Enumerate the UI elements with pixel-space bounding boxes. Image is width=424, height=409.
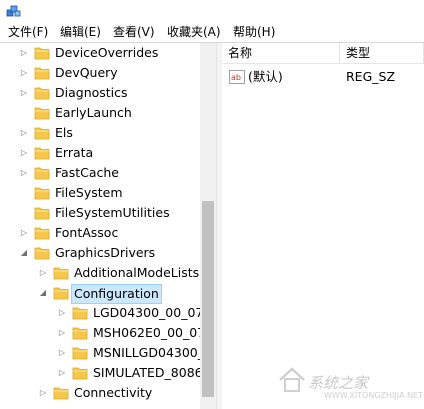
expand-arrow-icon[interactable]: ▷ [57,308,67,318]
expand-arrow-icon[interactable]: ▷ [57,348,67,358]
tree-item-label: EarlyLaunch [55,105,132,120]
title-bar [0,0,424,23]
tree-item-label: SIMULATED_8086_ [93,365,209,380]
watermark-text: 系统之家 [308,374,369,392]
tree-item[interactable]: ▷ AdditionalModeLists [0,263,200,283]
folder-icon [72,327,88,340]
folder-icon [34,127,50,140]
folder-icon [34,47,50,60]
tree-item-label: GraphicsDrivers [55,245,156,260]
menu-file[interactable]: 文件(F) [8,24,48,40]
tree-item[interactable]: ◢ GraphicsDrivers [0,243,200,263]
tree-item[interactable]: ▷ Connectivity [0,383,200,403]
tree-item[interactable]: ▷ SIMULATED_8086_ [0,363,209,383]
folder-icon [72,307,88,320]
tree-item[interactable]: ▷ MSNILLGD04300_( [0,343,209,363]
watermark-logo: 系统之家 WWW.XITONGZHIJIA.NET [258,358,423,404]
folder-icon [72,367,88,380]
registry-editor-icon [6,5,21,17]
tree-item-label: AdditionalModeLists [74,265,200,280]
svg-text:ab: ab [231,73,241,82]
folder-icon [34,187,50,200]
tree-item-label: FastCache [55,165,119,180]
tree-item[interactable]: EarlyLaunch [0,103,200,123]
tree-item[interactable]: ▷ Els [0,123,200,143]
column-header-name[interactable]: 名称 [222,43,340,64]
value-name: (默认) [248,69,283,84]
expand-arrow-icon[interactable]: ▷ [19,228,29,238]
string-value-icon: ab [229,70,245,84]
expand-arrow-icon[interactable]: ▷ [19,68,29,78]
folder-open-icon [34,247,50,260]
column-header-type[interactable]: 类型 [340,43,424,64]
expand-arrow-icon[interactable]: ▷ [38,388,48,398]
house-logo-icon [279,367,305,392]
expand-arrow-icon[interactable]: ▷ [57,328,67,338]
expand-arrow-icon[interactable]: ▷ [19,88,29,98]
tree-item[interactable]: ▷ MSH062E0_00_07D [0,323,215,343]
tree-item-selected[interactable]: ◢ Configuration [0,283,200,304]
scrollbar-thumb[interactable] [202,201,214,397]
folder-icon [34,107,50,120]
tree-scrollbar[interactable] [200,43,216,409]
watermark-subtext: WWW.XITONGZHIJIA.NET [324,391,423,400]
expand-arrow-icon[interactable]: ▷ [38,268,48,278]
folder-icon [53,387,69,400]
folder-icon [34,227,50,240]
tree-item[interactable]: ▷ FastCache [0,163,200,183]
tree-item[interactable]: ▷ DevQuery [0,63,200,83]
expand-arrow-icon[interactable] [19,188,29,198]
tree-item-label: Connectivity [74,385,153,400]
collapse-arrow-icon[interactable]: ◢ [19,248,29,258]
menu-help[interactable]: 帮助(H) [233,24,275,40]
tree-item-label: Errata [55,145,94,160]
tree-item[interactable]: ▷ Errata [0,143,200,163]
expand-arrow-icon[interactable]: ▷ [19,128,29,138]
folder-icon [34,167,50,180]
tree-item-label: FontAssoc [55,225,119,240]
tree-item-label: LGD04300_00_07D [93,305,213,320]
tree-item[interactable]: ▷ FontAssoc [0,223,200,243]
expand-arrow-icon[interactable]: ▷ [19,168,29,178]
tree-item-label: Diagnostics [55,85,128,100]
expand-arrow-icon[interactable] [19,108,29,118]
expand-arrow-icon[interactable] [19,208,29,218]
tree-item[interactable]: FileSystem [0,183,200,203]
menu-bar: 文件(F) 编辑(E) 查看(V) 收藏夹(A) 帮助(H) [0,22,424,43]
registry-tree[interactable]: ▷ DeviceOverrides ▷ DevQuery ▷ Diagnosti… [0,43,216,409]
expand-arrow-icon[interactable]: ▷ [19,148,29,158]
tree-item-label: Els [55,125,73,140]
folder-icon [53,267,69,280]
folder-icon [34,207,50,220]
tree-item[interactable]: FileSystemUtilities [0,203,200,223]
menu-favorites[interactable]: 收藏夹(A) [167,24,221,40]
value-type: REG_SZ [346,69,396,84]
list-item[interactable]: ab (默认) REG_SZ [222,67,424,87]
expand-arrow-icon[interactable]: ▷ [19,48,29,58]
expand-arrow-icon[interactable]: ▷ [57,368,67,378]
tree-item[interactable]: ▷ DeviceOverrides [0,43,200,63]
folder-icon [34,67,50,80]
tree-item-label: Configuration [71,284,162,304]
tree-item[interactable]: ▷ Diagnostics [0,83,200,103]
collapse-arrow-icon[interactable]: ◢ [38,288,48,298]
folder-open-icon [53,287,69,300]
tree-item-label: MSH062E0_00_07D [93,325,215,340]
values-list[interactable]: 名称 类型 ab (默认) REG_SZ [222,43,424,409]
tree-item-label: DeviceOverrides [55,45,159,60]
tree-item[interactable]: ▷ LGD04300_00_07D [0,303,213,323]
tree-item-label: MSNILLGD04300_( [93,345,209,360]
tree-item-label: FileSystem [55,185,123,200]
folder-icon [34,147,50,160]
tree-item-label: DevQuery [55,65,118,80]
folder-icon [34,87,50,100]
tree-item-label: FileSystemUtilities [55,205,170,220]
menu-edit[interactable]: 编辑(E) [60,24,101,40]
folder-icon [72,347,88,360]
menu-view[interactable]: 查看(V) [113,24,155,40]
